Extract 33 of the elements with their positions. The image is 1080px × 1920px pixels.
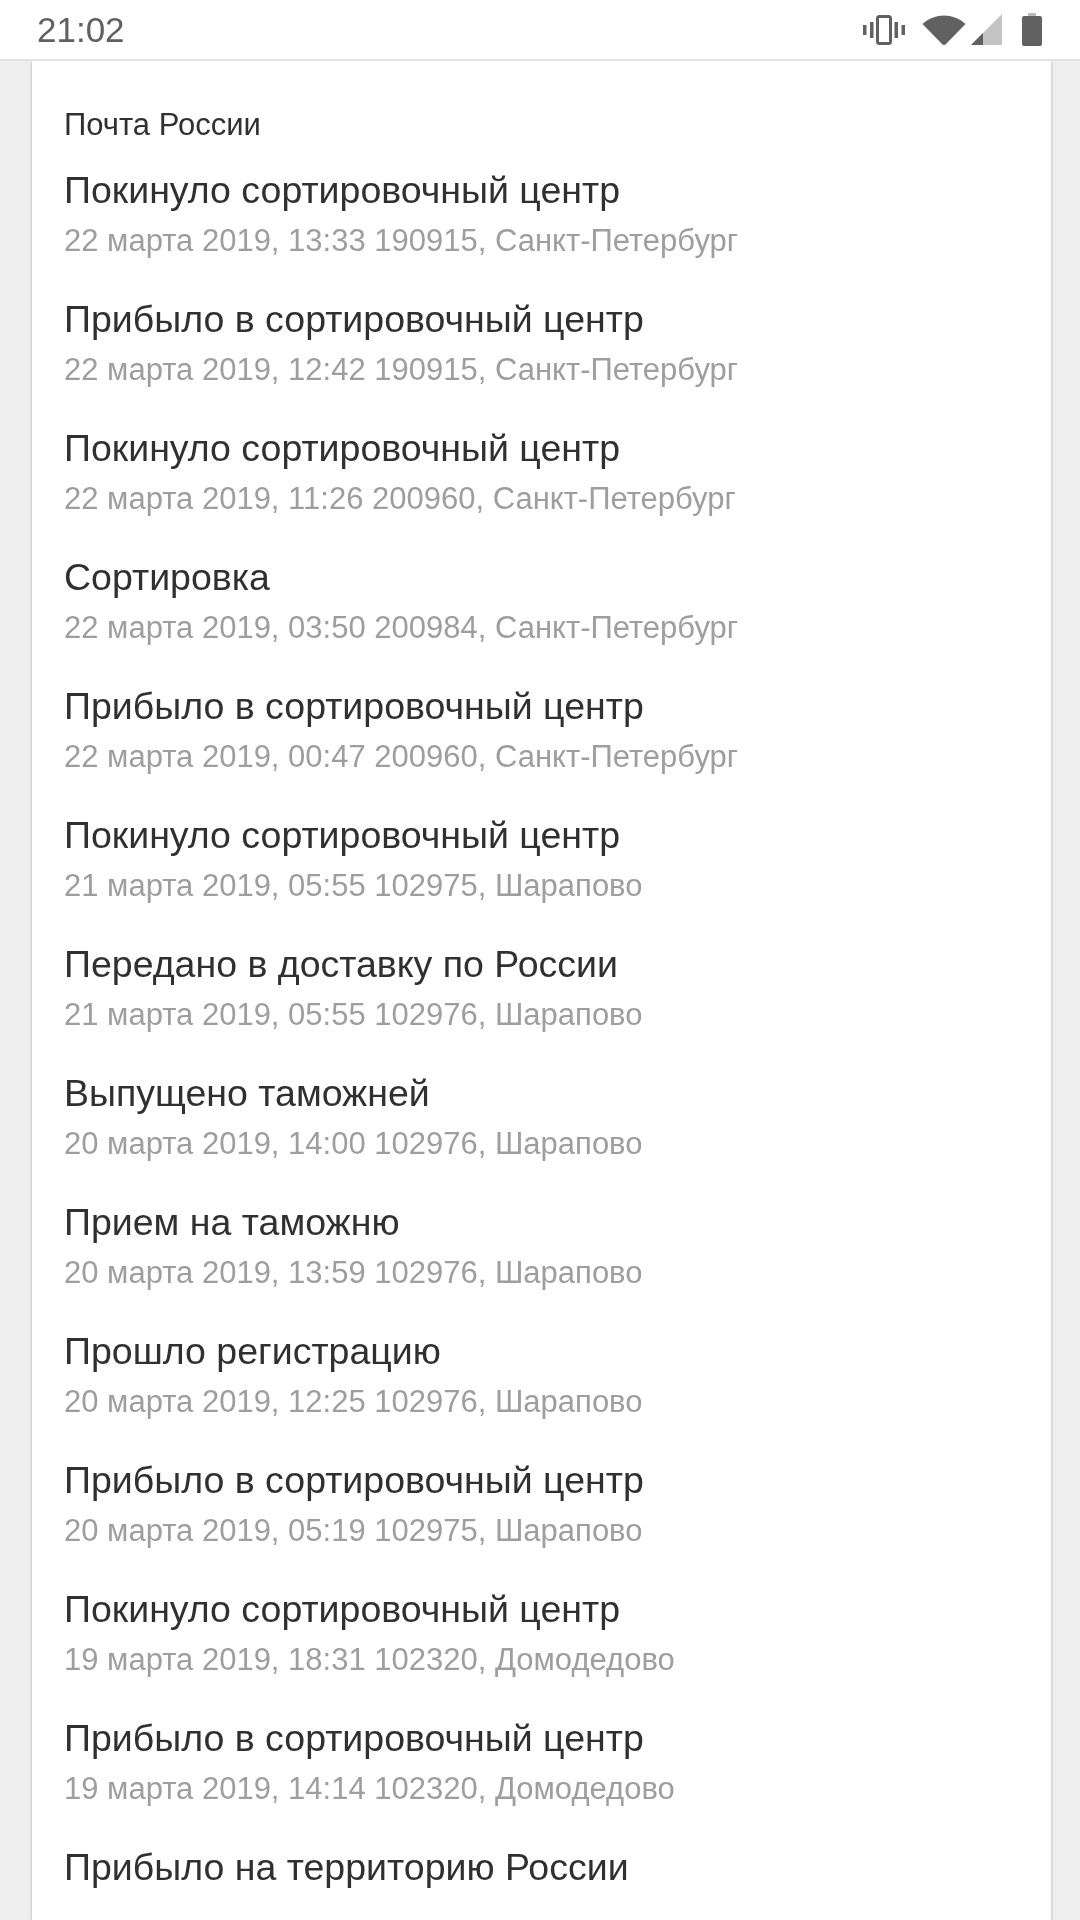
clock-time: 21:02	[37, 9, 125, 50]
event-status: Сортировка	[64, 555, 270, 600]
signal-icon	[971, 14, 1002, 45]
event-status: Передано в доставку по России	[64, 942, 618, 987]
event-status: Покинуло сортировочный центр	[64, 426, 621, 471]
event-details: 19 марта 2019, 14:14 102320, Домодедово	[64, 1770, 675, 1808]
event-status: Выпущено таможней	[64, 1071, 430, 1116]
event-status: Покинуло сортировочный центр	[64, 1587, 621, 1632]
event-details: 22 марта 2019, 00:47 200960, Санкт-Петербург	[64, 738, 739, 776]
carrier-name: Почта России	[64, 106, 261, 144]
battery-icon	[1022, 13, 1042, 46]
event-status: Прибыло в сортировочный центр	[64, 1716, 644, 1761]
event-status: Покинуло сортировочный центр	[64, 813, 621, 858]
event-status: Прошло регистрацию	[64, 1329, 441, 1374]
event-details: 21 марта 2019, 05:55 102975, Шарапово	[64, 867, 643, 905]
event-details: 20 марта 2019, 13:59 102976, Шарапово	[64, 1254, 643, 1292]
event-details: 20 марта 2019, 05:19 102975, Шарапово	[64, 1512, 643, 1550]
event-details: 20 марта 2019, 12:25 102976, Шарапово	[64, 1383, 643, 1421]
event-details: 22 марта 2019, 11:26 200960, Санкт-Петербург	[64, 480, 736, 518]
event-details: 22 марта 2019, 03:50 200984, Санкт-Петербург	[64, 609, 739, 647]
event-status: Покинуло сортировочный центр	[64, 168, 621, 213]
event-status: Прибыло в сортировочный центр	[64, 297, 644, 342]
event-details: 20 марта 2019, 14:00 102976, Шарапово	[64, 1125, 643, 1163]
event-status: Прибыло в сортировочный центр	[64, 1458, 644, 1503]
event-status: Прибыло на территорию России	[64, 1845, 629, 1890]
event-status: Прием на таможню	[64, 1200, 400, 1245]
event-details: 22 марта 2019, 13:33 190915, Санкт-Петербург	[64, 222, 739, 260]
event-details: 22 марта 2019, 12:42 190915, Санкт-Петербург	[64, 351, 739, 389]
event-details: 21 марта 2019, 05:55 102976, Шарапово	[64, 996, 643, 1034]
event-details: 19 марта 2019, 18:31 102320, Домодедово	[64, 1641, 675, 1679]
vibrate-icon	[862, 14, 906, 45]
wifi-icon	[922, 14, 966, 45]
event-status: Прибыло в сортировочный центр	[64, 684, 644, 729]
